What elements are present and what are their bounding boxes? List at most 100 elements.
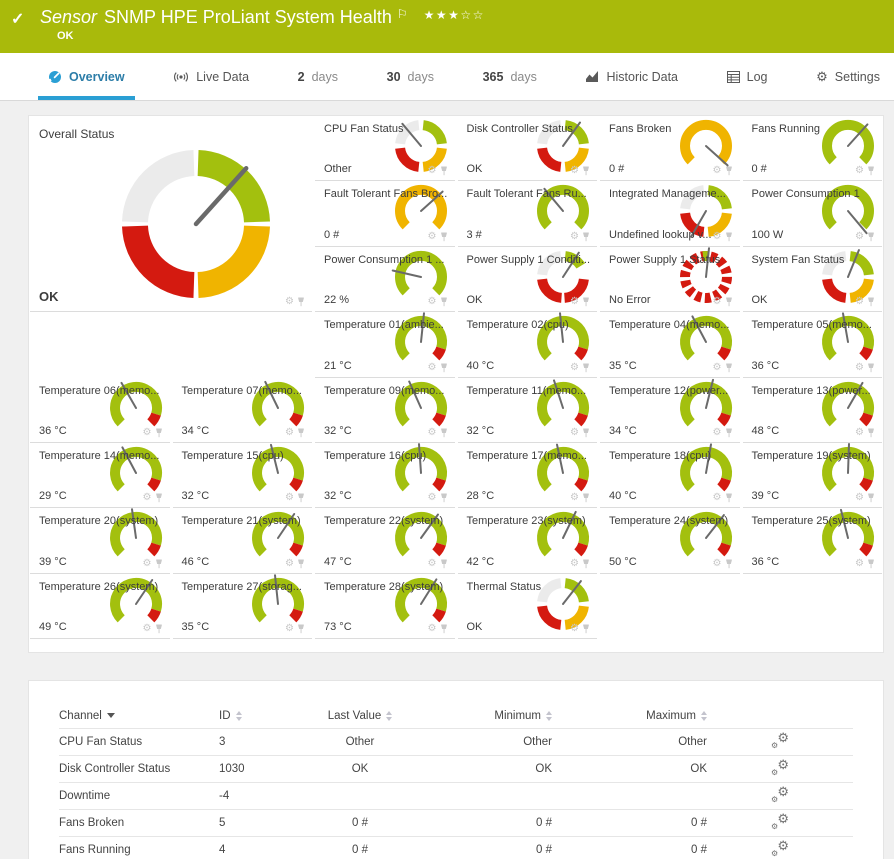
gear-icon[interactable]: ⚙ [428,232,437,242]
sort-icon[interactable] [386,711,392,721]
gear-icon[interactable]: ⚙ [855,232,864,242]
gear-icon[interactable]: ⚙ [143,428,152,438]
pin-icon[interactable] [867,559,875,569]
gear-icon[interactable]: ⚙ [570,232,579,242]
pin-icon[interactable] [155,559,163,569]
pin-icon[interactable] [582,297,590,307]
pin-icon[interactable] [867,493,875,503]
pin-icon[interactable] [297,428,305,438]
pin-icon[interactable] [297,493,305,503]
pin-icon[interactable] [725,493,733,503]
pin-icon[interactable] [155,624,163,634]
pin-icon[interactable] [725,363,733,373]
pin-icon[interactable] [440,428,448,438]
gear-icon[interactable]: ⚙ [428,493,437,503]
gear-icon[interactable]: ⚙ [855,559,864,569]
gear-icon[interactable]: ⚙ [855,428,864,438]
gear-icon[interactable]: ⚙ [570,166,579,176]
gear-icon[interactable]: ⚙ [285,559,294,569]
column-header-channel[interactable]: Channel [59,710,115,722]
gear-icon[interactable]: ⚙ [285,624,294,634]
pin-icon[interactable] [582,428,590,438]
gear-icon[interactable]: ⚙ [855,297,864,307]
pin-icon[interactable] [725,297,733,307]
pin-icon[interactable] [867,297,875,307]
pin-icon[interactable] [440,232,448,242]
gear-icon[interactable]: ⚙ [855,493,864,503]
pin-icon[interactable] [440,297,448,307]
pin-icon[interactable] [867,232,875,242]
gear-icon[interactable]: ⚙ [143,624,152,634]
pin-icon[interactable] [440,624,448,634]
pin-icon[interactable] [725,166,733,176]
pin-icon[interactable] [155,493,163,503]
gear-icon[interactable]: ⚙ [428,428,437,438]
pin-icon[interactable] [725,232,733,242]
gear-icon[interactable]: ⚙ [143,559,152,569]
star-rating[interactable]: ★★★☆☆ [424,7,485,23]
gear-icon[interactable]: ⚙ [855,363,864,373]
gear-icon[interactable]: ⚙ [713,363,722,373]
gear-icon[interactable]: ⚙ [428,624,437,634]
tab-historic-data[interactable]: Historic Data [575,53,688,100]
gear-icon[interactable]: ⚙ [713,166,722,176]
pin-icon[interactable] [867,428,875,438]
pin-icon[interactable] [725,428,733,438]
pin-icon[interactable] [582,166,590,176]
gear-icon[interactable]: ⚙ [713,493,722,503]
channel-settings-icon[interactable]: ⚙⚙ [771,814,789,830]
channel-settings-icon[interactable]: ⚙⚙ [771,841,789,857]
gear-icon[interactable]: ⚙ [143,493,152,503]
tab-overview[interactable]: Overview [38,53,135,100]
pin-icon[interactable] [297,297,305,307]
tab-log[interactable]: Log [717,53,778,100]
channel-settings-icon[interactable]: ⚙⚙ [771,787,789,803]
gear-icon[interactable]: ⚙ [570,428,579,438]
pin-icon[interactable] [155,428,163,438]
sort-icon[interactable] [236,711,242,721]
gear-icon[interactable]: ⚙ [570,559,579,569]
gear-icon[interactable]: ⚙ [285,493,294,503]
tab-settings[interactable]: ⚙Settings [806,53,890,100]
pin-icon[interactable] [297,624,305,634]
tab-live-data[interactable]: Live Data [163,53,259,100]
tab-2-days[interactable]: 2days [288,53,348,100]
column-header-id[interactable]: ID [219,710,242,722]
pin-icon[interactable] [440,493,448,503]
pin-icon[interactable] [440,363,448,373]
pin-icon[interactable] [297,559,305,569]
pin-icon[interactable] [582,232,590,242]
channel-settings-icon[interactable]: ⚙⚙ [771,760,789,776]
gear-icon[interactable]: ⚙ [570,493,579,503]
gear-icon[interactable]: ⚙ [285,297,294,307]
tab-30-days[interactable]: 30days [377,53,444,100]
gear-icon[interactable]: ⚙ [570,297,579,307]
gear-icon[interactable]: ⚙ [285,428,294,438]
column-header-minimum[interactable]: Minimum [494,710,552,722]
column-header-last-value[interactable]: Last Value [328,710,393,722]
sort-desc-icon[interactable] [107,713,115,718]
tab-365-days[interactable]: 365days [473,53,547,100]
pin-icon[interactable] [582,493,590,503]
gear-icon[interactable]: ⚙ [428,297,437,307]
channel-settings-icon[interactable]: ⚙⚙ [771,733,789,749]
pin-icon[interactable] [582,624,590,634]
pin-icon[interactable] [867,363,875,373]
gear-icon[interactable]: ⚙ [713,232,722,242]
pin-icon[interactable] [582,559,590,569]
pin-icon[interactable] [582,363,590,373]
gear-icon[interactable]: ⚙ [713,559,722,569]
gear-icon[interactable]: ⚙ [570,624,579,634]
pin-icon[interactable] [440,559,448,569]
sort-icon[interactable] [701,711,707,721]
gear-icon[interactable]: ⚙ [713,428,722,438]
column-header-maximum[interactable]: Maximum [646,710,707,722]
gear-icon[interactable]: ⚙ [713,297,722,307]
pin-icon[interactable] [867,166,875,176]
gear-icon[interactable]: ⚙ [855,166,864,176]
flag-icon[interactable]: ⚐ [397,7,408,21]
pin-icon[interactable] [440,166,448,176]
gear-icon[interactable]: ⚙ [570,363,579,373]
pin-icon[interactable] [725,559,733,569]
gear-icon[interactable]: ⚙ [428,559,437,569]
